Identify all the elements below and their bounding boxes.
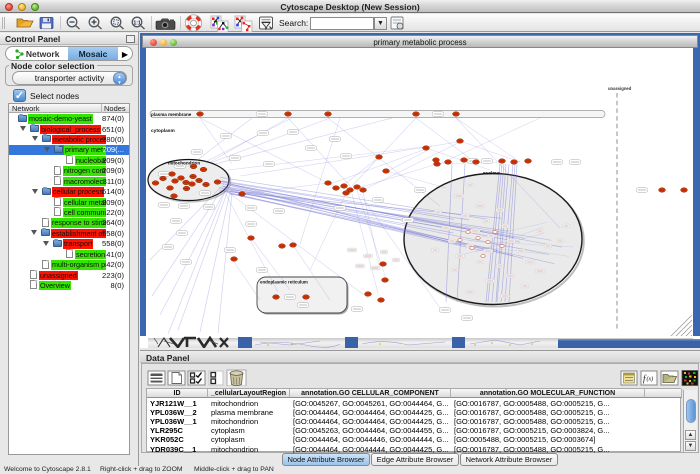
svg-text:1:1: 1:1 [133,20,141,26]
svg-text:nucleus: nucleus [483,171,501,176]
svg-text:endoplasmic reticulum: endoplasmic reticulum [260,280,308,285]
svg-text:plasma membrane: plasma membrane [151,112,192,117]
svg-text:(x): (x) [647,376,654,383]
svg-text:unassigned: unassigned [608,86,632,91]
svg-text:cytoplasm: cytoplasm [151,128,175,134]
